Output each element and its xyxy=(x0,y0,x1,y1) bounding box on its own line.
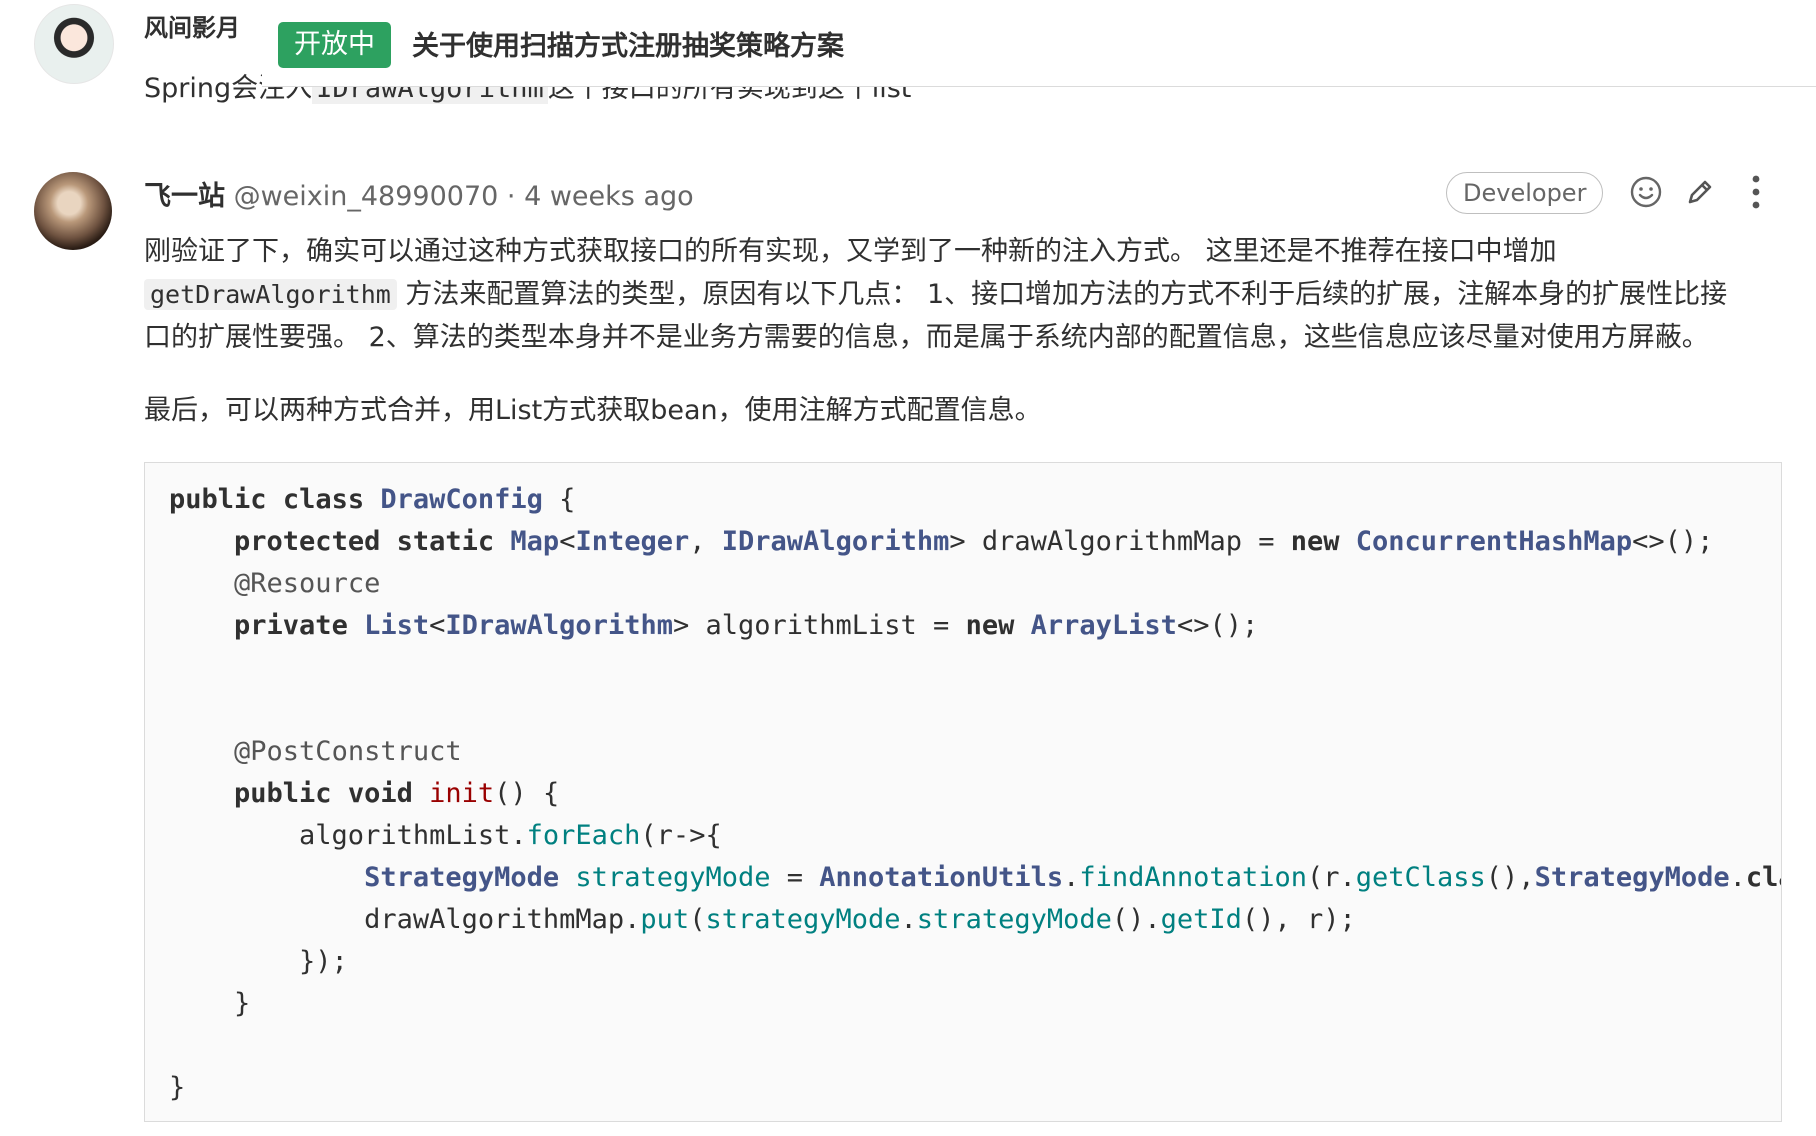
issue-title: 关于使用扫描方式注册抽奖策略方案 xyxy=(412,31,844,62)
inline-code-getDrawAlgorithm: getDrawAlgorithm xyxy=(144,279,397,310)
issue-status-badge: 开放中 xyxy=(278,22,391,68)
code-line: algorithmList.forEach(r->{ xyxy=(169,820,722,851)
code-line: @PostConstruct xyxy=(234,736,462,767)
code-line: drawAlgorithmMap.put(strategyMode.strate… xyxy=(169,904,1356,935)
pencil-icon[interactable] xyxy=(1680,172,1720,212)
note-paragraph-2: 最后，可以两种方式合并，用List方式获取bean，使用注解方式配置信息。 xyxy=(144,395,1042,426)
author-name[interactable]: 飞一站 xyxy=(144,181,225,212)
paragraph-1-line-2: 方法来配置算法的类型，原因有以下几点： 1、接口增加方法的方式不利于后续的扩展，… xyxy=(405,279,1728,310)
author-avatar[interactable] xyxy=(34,172,112,250)
code-line: public class DrawConfig { xyxy=(169,484,576,515)
sticky-issue-header: 开放中 关于使用扫描方式注册抽奖策略方案 xyxy=(262,0,1816,87)
previous-author-avatar[interactable] xyxy=(34,4,114,84)
paragraph-1-line-3: 口的扩展性要强。 2、算法的类型本身并不是业务方需要的信息，而是属于系统内部的配… xyxy=(144,322,1709,353)
code-line: private List<IDrawAlgorithm> algorithmLi… xyxy=(234,610,1259,641)
role-badge: Developer xyxy=(1446,172,1604,214)
previous-author-name[interactable]: 风间影月 xyxy=(144,8,240,43)
more-vertical-icon[interactable] xyxy=(1736,172,1776,212)
code-line: protected static Map<Integer, IDrawAlgor… xyxy=(234,526,1714,557)
note-header: 飞一站 @weixin_48990070 · 4 weeks ago xyxy=(144,174,694,213)
code-line: public void init() { xyxy=(234,778,560,809)
code-line: }); xyxy=(169,946,348,977)
code-line: } xyxy=(169,1072,186,1103)
meta-separator: · xyxy=(506,181,516,212)
code-line: @Resource xyxy=(234,568,381,599)
code-content: public class DrawConfig { protected stat… xyxy=(145,463,1781,1121)
paragraph-1-line-1: 刚验证了下，确实可以通过这种方式获取接口的所有实现，又学到了一种新的注入方式。 … xyxy=(144,236,1557,267)
author-handle[interactable]: @weixin_48990070 xyxy=(234,181,499,212)
code-line: } xyxy=(169,988,251,1019)
note-body: 刚验证了下，确实可以通过这种方式获取接口的所有实现，又学到了一种新的注入方式。 … xyxy=(144,230,1784,432)
note-paragraph-1: 刚验证了下，确实可以通过这种方式获取接口的所有实现，又学到了一种新的注入方式。 … xyxy=(144,230,1784,359)
code-line: StrategyMode strategyMode = AnnotationUt… xyxy=(364,862,1781,893)
note-timestamp[interactable]: 4 weeks ago xyxy=(524,181,694,212)
smiley-icon[interactable] xyxy=(1626,172,1666,212)
code-block[interactable]: public class DrawConfig { protected stat… xyxy=(144,462,1782,1122)
